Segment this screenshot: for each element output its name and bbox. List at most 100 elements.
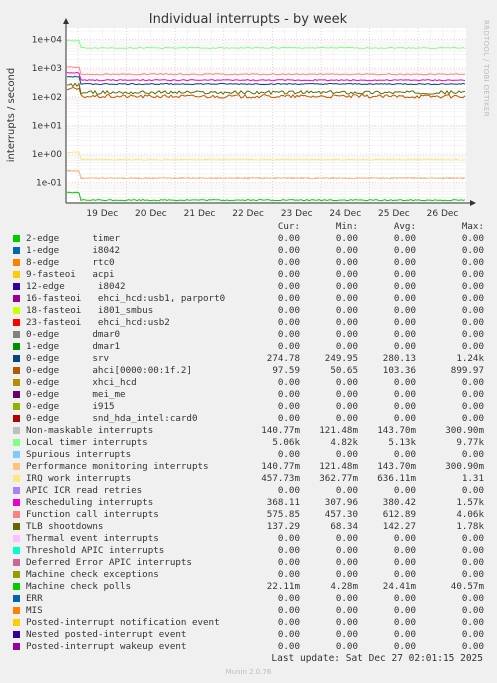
legend-swatch [13, 559, 20, 566]
legend-swatch [13, 235, 20, 242]
legend-swatch [13, 607, 20, 614]
col-min: Min: [335, 221, 358, 232]
legend-value: 103.36 [382, 365, 416, 376]
legend-swatch [13, 511, 20, 518]
legend-swatch [13, 355, 20, 362]
legend-value: 0.00 [335, 569, 358, 580]
legend-label: 1-edge dmar1 [26, 341, 121, 352]
legend-label: Non-maskable interrupts [26, 425, 154, 436]
x-tick-label: 26 Dec [427, 209, 459, 219]
legend-value: 368.11 [266, 497, 300, 508]
y-tick-label: 1e+04 [32, 36, 63, 46]
legend-value: 1.78k [456, 521, 484, 532]
legend-value: 0.00 [335, 485, 358, 496]
x-tick-label: 24 Dec [329, 209, 361, 219]
legend-value: 0.00 [461, 377, 484, 388]
legend-label: 2-edge timer [26, 233, 121, 244]
legend-swatch [13, 619, 20, 626]
side-text: RRDTOOL / TOBI OETIKER [482, 20, 490, 117]
legend-row: 1-edge dmar1 0.00 0.00 0.00 0.00 [12, 341, 492, 353]
legend-value: 0.00 [335, 413, 358, 424]
legend-row: 8-edge rtc0 0.00 0.00 0.00 0.00 [12, 257, 492, 269]
legend-value: 0.00 [277, 341, 300, 352]
legend-row: IRQ work interrupts 457.73m 362.77m 636.11m… [12, 473, 492, 485]
x-tick-label: 23 Dec [281, 209, 313, 219]
legend-label: 8-edge rtc0 [26, 257, 115, 268]
legend-swatch [13, 427, 20, 434]
legend-value: 0.00 [335, 257, 358, 268]
legend-value: 0.00 [277, 617, 300, 628]
legend-row: 0-edge snd_hda_intel:card0 0.00 0.00 0.00 0.… [12, 413, 492, 425]
legend-label: 0-edge srv [26, 353, 109, 364]
legend-value: 5.06k [272, 437, 300, 448]
legend-row: Function call interrupts 575.85 457.30 612.… [12, 509, 492, 521]
legend-swatch [13, 595, 20, 602]
legend-value: 899.97 [450, 365, 484, 376]
legend-value: 0.00 [277, 605, 300, 616]
legend-value: 0.00 [461, 449, 484, 460]
legend-value: 0.00 [277, 485, 300, 496]
legend-value: 0.00 [335, 245, 358, 256]
legend-value: 4.06k [456, 509, 484, 520]
legend-value: 0.00 [461, 257, 484, 268]
legend-value: 575.85 [266, 509, 300, 520]
legend-value: 0.00 [335, 545, 358, 556]
legend-value: 0.00 [393, 377, 416, 388]
legend-row: 18-fasteoi i801_smbus 0.00 0.00 0.00 0.00 [12, 305, 492, 317]
legend-swatch [13, 535, 20, 542]
legend-row: 16-fasteoi ehci_hcd:usb1, parport0 0.00 0.… [12, 293, 492, 305]
legend-value: 0.00 [335, 293, 358, 304]
legend-value: 0.00 [335, 629, 358, 640]
legend-value: 0.00 [277, 629, 300, 640]
legend-label: Performance monitoring interrupts [26, 461, 209, 472]
legend-value: 0.00 [393, 629, 416, 640]
legend-swatch [13, 379, 20, 386]
legend-value: 0.00 [461, 281, 484, 292]
legend-value: 0.00 [277, 377, 300, 388]
y-axis-arrow [63, 18, 69, 24]
legend-value: 0.00 [277, 293, 300, 304]
legend-swatch [13, 463, 20, 470]
legend-row: 0-edge xhci_hcd 0.00 0.00 0.00 0.00 [12, 377, 492, 389]
legend-value: 0.00 [335, 329, 358, 340]
legend-label: Machine check polls [26, 581, 132, 592]
legend-row: Local timer interrupts 5.06k 4.82k 5.13k 9.7… [12, 437, 492, 449]
legend-value: 0.00 [393, 593, 416, 604]
legend-value: 362.77m [319, 473, 358, 484]
legend-value: 0.00 [335, 389, 358, 400]
legend-value: 40.57m [450, 581, 484, 592]
legend-label: 1-edge i8042 [26, 245, 121, 256]
legend-label: Local timer interrupts [26, 437, 148, 448]
legend-swatch [13, 583, 20, 590]
legend-value: 0.00 [393, 329, 416, 340]
legend-value: 0.00 [277, 413, 300, 424]
legend-value: 0.00 [393, 281, 416, 292]
legend-row: MIS 0.00 0.00 0.00 0.00 [12, 605, 492, 617]
col-avg: Avg: [393, 221, 416, 232]
legend-label: IRQ work interrupts [26, 473, 132, 484]
legend-value: 0.00 [393, 317, 416, 328]
legend-value: 280.13 [382, 353, 416, 364]
legend-row: Deferred Error APIC interrupts 0.00 0.00 0.… [12, 557, 492, 569]
legend-value: 0.00 [461, 629, 484, 640]
chart-title: Individual interrupts - by week [149, 12, 348, 27]
legend-row: 0-edge dmar0 0.00 0.00 0.00 0.00 [12, 329, 492, 341]
legend-value: 0.00 [335, 533, 358, 544]
legend-value: 457.30 [324, 509, 358, 520]
legend-value: 0.00 [335, 317, 358, 328]
legend-value: 0.00 [461, 485, 484, 496]
legend-row: Machine check exceptions 0.00 0.00 0.00 0.00 [12, 569, 492, 581]
legend-value: 0.00 [461, 305, 484, 316]
legend-value: 0.00 [277, 569, 300, 580]
legend-value: 0.00 [461, 245, 484, 256]
legend-value: 142.27 [382, 521, 416, 532]
legend-value: 0.00 [277, 557, 300, 568]
y-tick-label: 1e+01 [32, 121, 62, 131]
legend-label: 0-edge dmar0 [26, 329, 121, 340]
y-tick-label: 1e+02 [32, 93, 62, 103]
legend-value: 0.00 [277, 317, 300, 328]
legend-value: 0.00 [393, 389, 416, 400]
legend-swatch [13, 247, 20, 254]
legend-value: 300.90m [445, 425, 484, 436]
legend-value: 0.00 [335, 449, 358, 460]
